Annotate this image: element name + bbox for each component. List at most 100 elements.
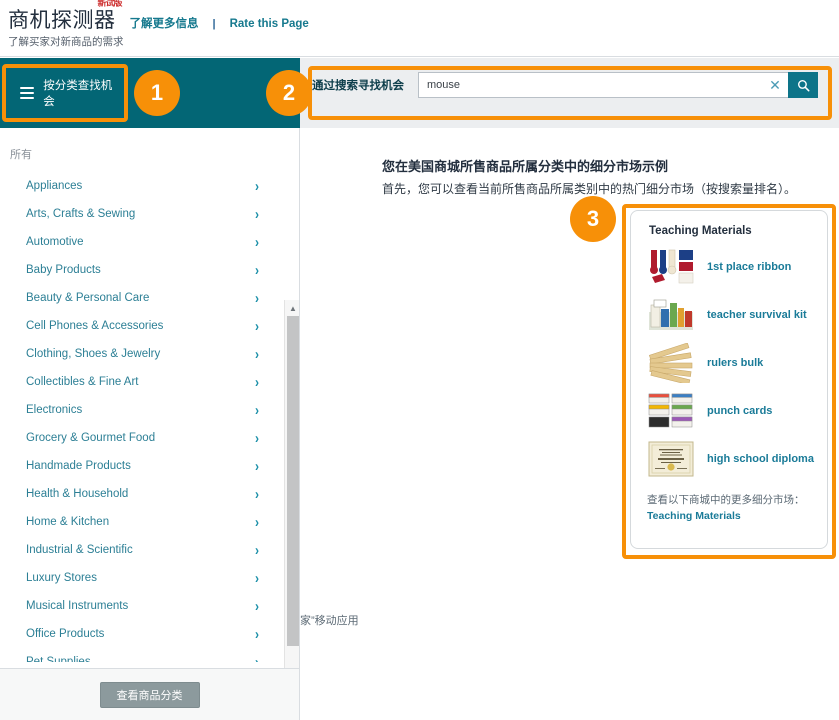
sidebar-category-label: Arts, Crafts & Sewing (26, 208, 135, 220)
niche-item-label: high school diploma (707, 453, 814, 465)
page-header: 商机探测器 新试版 了解更多信息 | Rate this Page 了解买家对新… (0, 0, 839, 58)
sidebar-category-label: Clothing, Shoes & Jewelry (26, 348, 160, 360)
brand-row: 商机探测器 新试版 了解更多信息 | Rate this Page (8, 4, 309, 34)
sidebar-category-label: Electronics (26, 404, 82, 416)
category-sidebar: 所有 Appliances›Arts, Crafts & Sewing›Auto… (0, 128, 300, 720)
annotation-step-2: 2 (266, 70, 312, 116)
hamburger-menu-icon (20, 84, 34, 102)
category-list[interactable]: Appliances›Arts, Crafts & Sewing›Automot… (0, 172, 275, 662)
niche-item[interactable]: 1st place ribbon (631, 243, 827, 291)
chevron-right-icon: › (255, 569, 259, 587)
sidebar-category-item[interactable]: Collectibles & Fine Art› (26, 368, 259, 396)
search-section: 通过搜索寻找机会 ✕ (312, 72, 818, 98)
chevron-right-icon: › (255, 205, 259, 223)
page-title: 商机探测器 新试版 (8, 4, 116, 34)
sidebar-category-item[interactable]: Home & Kitchen › (26, 508, 259, 536)
sidebar-category-label: Cell Phones & Accessories (26, 320, 163, 332)
sidebar-category-label: Health & Household (26, 488, 128, 500)
sidebar-category-item[interactable]: Handmade Products › (26, 452, 259, 480)
learn-more-link[interactable]: 了解更多信息 (130, 15, 199, 31)
punch-cards-thumb (647, 390, 695, 432)
sidebar-category-label: Home & Kitchen (26, 516, 109, 528)
sidebar-category-label: Collectibles & Fine Art (26, 376, 139, 388)
view-categories-button[interactable]: 查看商品分类 (100, 682, 200, 708)
sidebar-category-label: Automotive (26, 236, 84, 248)
search-input[interactable] (419, 73, 762, 97)
sidebar-category-item[interactable]: Automotive › (26, 228, 259, 256)
chevron-right-icon: › (255, 597, 259, 615)
chevron-right-icon: › (255, 261, 259, 279)
sidebar-category-item[interactable]: Office Products › (26, 620, 259, 648)
chevron-right-icon: › (255, 429, 259, 447)
browse-by-category-label: 按分类查找机会 (43, 77, 120, 109)
niche-panel-footer: 查看以下商城中的更多细分市场： Teaching Materials (647, 493, 813, 525)
niche-item[interactable]: rulers bulk (631, 339, 827, 387)
sidebar-category-label: Handmade Products (26, 460, 131, 472)
sidebar-category-label: Appliances (26, 180, 82, 192)
search-submit-button[interactable] (788, 72, 818, 98)
sidebar-category-item[interactable]: Baby Products › (26, 256, 259, 284)
annotation-step-3: 3 (570, 196, 616, 242)
chevron-right-icon: › (255, 513, 259, 531)
scrollbar-thumb[interactable] (287, 316, 300, 646)
page-title-text: 商机探测器 (8, 9, 116, 32)
niche-panel-title: Teaching Materials (649, 225, 827, 237)
niche-panel: Teaching Materials 1st place ribbonteach… (630, 210, 828, 549)
breadcrumb: 所有 (10, 146, 32, 162)
page-subtitle: 了解买家对新商品的需求 (8, 34, 124, 49)
chevron-right-icon: › (255, 457, 259, 475)
niche-item-label: punch cards (707, 405, 772, 417)
diploma-thumb (647, 438, 695, 480)
sidebar-category-item[interactable]: Appliances › (26, 172, 259, 200)
search-box: ✕ (418, 72, 818, 98)
main-subheading: 首先，您可以查看当前所售商品所属类别中的热门细分市场（按搜索量排名）。 (382, 180, 796, 197)
rulers-thumb (647, 342, 695, 384)
main-heading: 您在美国商城所售商品所属分类中的细分市场示例 (382, 156, 668, 175)
sidebar-category-item[interactable]: Beauty & Personal Care › (26, 284, 259, 312)
sidebar-footer: 查看商品分类 (0, 668, 299, 720)
rate-this-page-link[interactable]: Rate this Page (230, 18, 309, 30)
niche-footer-link[interactable]: Teaching Materials (647, 510, 741, 522)
chevron-right-icon: › (255, 541, 259, 559)
sidebar-category-item[interactable]: Clothing, Shoes & Jewelry› (26, 340, 259, 368)
annotation-step-1: 1 (134, 70, 180, 116)
sidebar-category-label: Beauty & Personal Care (26, 292, 149, 304)
sidebar-category-label: Musical Instruments (26, 600, 128, 612)
niche-item[interactable]: punch cards (631, 387, 827, 435)
chevron-right-icon: › (255, 289, 259, 307)
browse-by-category-button[interactable]: 按分类查找机会 (10, 70, 120, 116)
scroll-up-icon[interactable]: ▲ (285, 300, 300, 316)
chevron-right-icon: › (255, 233, 259, 251)
sidebar-scrollbar[interactable]: ▲ ▼ (284, 300, 300, 720)
niche-list: 1st place ribbonteacher survival kitrule… (631, 243, 827, 483)
sidebar-category-item[interactable]: Grocery & Gourmet Food› (26, 424, 259, 452)
search-icon (797, 79, 810, 92)
chevron-right-icon: › (255, 177, 259, 195)
chevron-right-icon: › (255, 625, 259, 643)
sidebar-category-item[interactable]: Luxury Stores › (26, 564, 259, 592)
search-label: 通过搜索寻找机会 (312, 77, 404, 93)
sidebar-category-item[interactable]: Industrial & Scientific › (26, 536, 259, 564)
sidebar-category-item[interactable]: Musical Instruments › (26, 592, 259, 620)
header-separator: | (213, 18, 216, 30)
sidebar-category-label: Industrial & Scientific (26, 544, 133, 556)
clear-search-icon[interactable]: ✕ (762, 73, 788, 97)
sidebar-category-item[interactable]: Pet Supplies› (26, 648, 259, 662)
beta-badge: 新试版 (97, 0, 121, 8)
niche-footer-text: 查看以下商城中的更多细分市场： (647, 494, 805, 506)
niche-item[interactable]: high school diploma (631, 435, 827, 483)
sidebar-category-item[interactable]: Arts, Crafts & Sewing › (26, 200, 259, 228)
chevron-right-icon: › (255, 401, 259, 419)
sidebar-category-item[interactable]: Cell Phones & Accessories › (26, 312, 259, 340)
sidebar-category-label: Office Products (26, 628, 104, 640)
sidebar-category-label: Luxury Stores (26, 572, 97, 584)
sidebar-category-item[interactable]: Electronics › (26, 396, 259, 424)
niche-item[interactable]: teacher survival kit (631, 291, 827, 339)
sidebar-category-item[interactable]: Health & Household › (26, 480, 259, 508)
sidebar-category-label: Baby Products (26, 264, 101, 276)
chevron-right-icon: › (255, 653, 259, 662)
header-divider (0, 56, 839, 57)
chevron-right-icon: › (255, 485, 259, 503)
chevron-right-icon: › (255, 317, 259, 335)
award-ribbons-thumb (647, 246, 695, 288)
